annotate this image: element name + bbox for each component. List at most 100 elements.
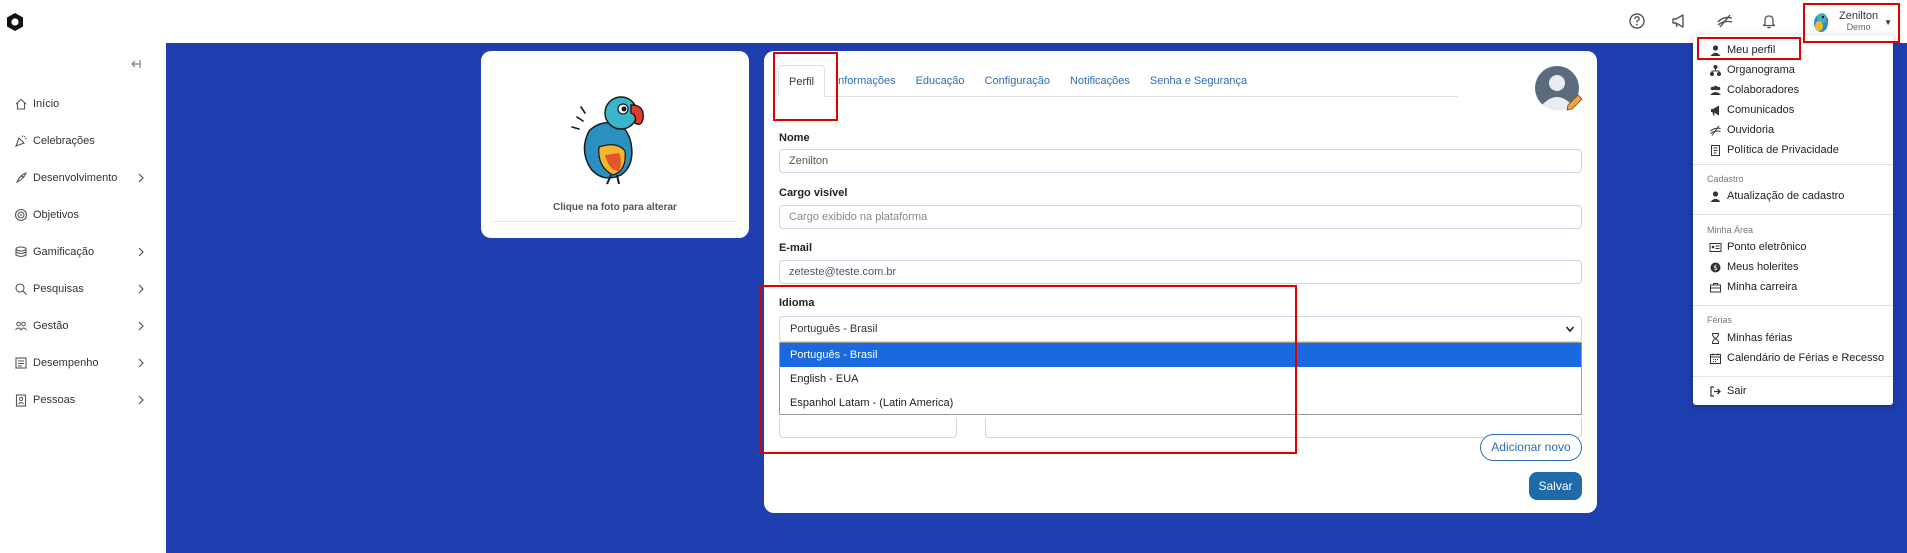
- bell-icon[interactable]: [1758, 10, 1780, 32]
- menu-item-label: Comunicados: [1727, 104, 1795, 116]
- sidebar-item-gamificacao[interactable]: Gamificação: [14, 241, 154, 263]
- menu-item-minhas-ferias[interactable]: Minhas férias: [1709, 329, 1792, 347]
- tab-informacoes[interactable]: Informações: [825, 65, 906, 97]
- chevron-right-icon: [136, 172, 146, 184]
- email-input[interactable]: zeteste@teste.com.br: [779, 260, 1582, 284]
- top-bar: Zenilton Demo ▼: [0, 0, 1907, 43]
- menu-item-organograma[interactable]: Organograma: [1709, 61, 1795, 79]
- ombudsman-icon: [1709, 124, 1722, 137]
- menu-item-meus-holerites[interactable]: $ Meus holerites: [1709, 258, 1799, 276]
- tab-perfil[interactable]: Perfil: [778, 65, 826, 97]
- nome-input[interactable]: Zenilton: [779, 149, 1582, 173]
- menu-section-ferias: Férias: [1707, 315, 1733, 325]
- sidebar-item-gestao[interactable]: Gestão: [14, 315, 154, 337]
- menu-item-label: Política de Privacidade: [1727, 144, 1839, 156]
- tab-senha-seguranca[interactable]: Senha e Segurança: [1140, 65, 1257, 97]
- search-icon: [14, 282, 28, 296]
- photo-caption: Clique na foto para alterar: [553, 202, 677, 213]
- sidebar-item-pessoas[interactable]: Pessoas: [14, 389, 154, 411]
- user-role: Demo: [1846, 22, 1871, 32]
- chevron-right-icon: [136, 320, 146, 332]
- user-icon: [1709, 190, 1722, 203]
- briefcase-icon: [1709, 281, 1722, 294]
- chevron-right-icon: [136, 283, 146, 295]
- sidebar-item-desempenho[interactable]: Desempenho: [14, 352, 154, 374]
- menu-divider: [1693, 305, 1893, 306]
- menu-item-colaboradores[interactable]: Colaboradores: [1709, 81, 1799, 99]
- tab-configuracao[interactable]: Configuração: [975, 65, 1060, 97]
- email-label: E-mail: [779, 242, 813, 254]
- menu-divider: [1693, 376, 1893, 377]
- chevron-down-icon: [1565, 324, 1575, 334]
- menu-item-politica-privacidade[interactable]: Política de Privacidade: [1709, 141, 1839, 159]
- menu-item-label: Meu perfil: [1727, 44, 1776, 56]
- collapse-sidebar-icon[interactable]: [128, 57, 142, 71]
- menu-divider: [1693, 164, 1893, 165]
- sidebar-item-label: Início: [33, 98, 60, 110]
- cargo-input[interactable]: Cargo exibido na plataforma: [779, 205, 1582, 229]
- sidebar-item-celebracoes[interactable]: Celebrações: [14, 130, 154, 152]
- svg-text:$: $: [1713, 264, 1717, 272]
- menu-item-sair[interactable]: Sair: [1709, 382, 1747, 400]
- save-button[interactable]: Salvar: [1529, 472, 1582, 500]
- calendar-icon: [1709, 352, 1722, 365]
- cargo-label: Cargo visível: [779, 187, 848, 199]
- chevron-right-icon: [136, 246, 146, 258]
- menu-item-ponto-eletronico[interactable]: Ponto eletrônico: [1709, 238, 1807, 256]
- menu-item-label: Atualização de cadastro: [1727, 190, 1845, 202]
- idioma-select[interactable]: Português - Brasil: [779, 316, 1582, 342]
- id-card-icon: [1709, 241, 1722, 254]
- sidebar-item-label: Celebrações: [33, 135, 95, 147]
- divider: [493, 221, 737, 222]
- sidebar-item-label: Pessoas: [33, 394, 76, 406]
- scorecard-icon: [14, 356, 28, 370]
- profile-photo[interactable]: [569, 91, 653, 185]
- menu-item-ouvidoria[interactable]: Ouvidoria: [1709, 121, 1774, 139]
- user-icon: [1709, 44, 1722, 57]
- sidebar: Início Celebrações Desenvolvimento Objet…: [0, 43, 166, 553]
- sidebar-item-pesquisas[interactable]: Pesquisas: [14, 278, 154, 300]
- menu-item-atualizacao-cadastro[interactable]: Atualização de cadastro: [1709, 187, 1844, 205]
- add-new-button[interactable]: Adicionar novo: [1480, 434, 1582, 461]
- megaphone-icon[interactable]: [1668, 10, 1690, 32]
- obscured-field: [779, 418, 957, 438]
- sidebar-item-objetivos[interactable]: Objetivos: [14, 204, 154, 226]
- app-logo[interactable]: [5, 12, 25, 32]
- idioma-options-list: Português - Brasil English - EUA Espanho…: [779, 342, 1582, 415]
- idioma-option-pt-br[interactable]: Português - Brasil: [780, 343, 1581, 367]
- menu-item-label: Ouvidoria: [1727, 124, 1775, 136]
- sidebar-item-desenvolvimento[interactable]: Desenvolvimento: [14, 167, 154, 189]
- menu-item-label: Colaboradores: [1727, 84, 1800, 96]
- idioma-label: Idioma: [779, 297, 815, 309]
- help-icon[interactable]: [1626, 10, 1648, 32]
- sidebar-item-label: Gestão: [33, 320, 69, 332]
- photo-card: Clique na foto para alterar: [481, 51, 749, 238]
- menu-item-label: Organograma: [1727, 64, 1795, 76]
- idioma-option-es-latam[interactable]: Espanhol Latam - (Latin America): [780, 391, 1581, 415]
- menu-item-label: Calendário de Férias e Recesso: [1727, 352, 1885, 364]
- menu-item-meu-perfil[interactable]: Meu perfil: [1709, 41, 1775, 59]
- sidebar-item-inicio[interactable]: Início: [14, 93, 154, 115]
- target-icon: [14, 208, 28, 222]
- user-name: Zenilton: [1839, 10, 1879, 22]
- megaphone-icon: [1709, 104, 1722, 117]
- menu-item-calendario-ferias[interactable]: Calendário de Férias e Recesso: [1709, 349, 1884, 367]
- logout-icon: [1709, 385, 1722, 398]
- sidebar-item-label: Gamificação: [33, 246, 95, 258]
- sidebar-item-label: Desenvolvimento: [33, 172, 118, 184]
- caret-down-icon: ▼: [1884, 17, 1893, 27]
- idioma-selected-value: Português - Brasil: [790, 323, 878, 335]
- menu-item-label: Minha carreira: [1727, 281, 1798, 293]
- chevron-right-icon: [136, 357, 146, 369]
- tab-educacao[interactable]: Educação: [906, 65, 975, 97]
- idioma-option-en-us[interactable]: English - EUA: [780, 367, 1581, 391]
- menu-item-comunicados[interactable]: Comunicados: [1709, 101, 1794, 119]
- sidebar-item-label: Desempenho: [33, 357, 99, 369]
- menu-divider: [1693, 214, 1893, 215]
- menu-item-minha-carreira[interactable]: Minha carreira: [1709, 278, 1797, 296]
- tab-notificacoes[interactable]: Notificações: [1060, 65, 1140, 97]
- user-dropdown-menu: Meu perfil Organograma Colaboradores Com…: [1693, 35, 1893, 405]
- edit-avatar-icon[interactable]: [1534, 65, 1584, 113]
- sidebar-item-label: Pesquisas: [33, 283, 84, 295]
- ombudsman-icon[interactable]: [1714, 10, 1736, 32]
